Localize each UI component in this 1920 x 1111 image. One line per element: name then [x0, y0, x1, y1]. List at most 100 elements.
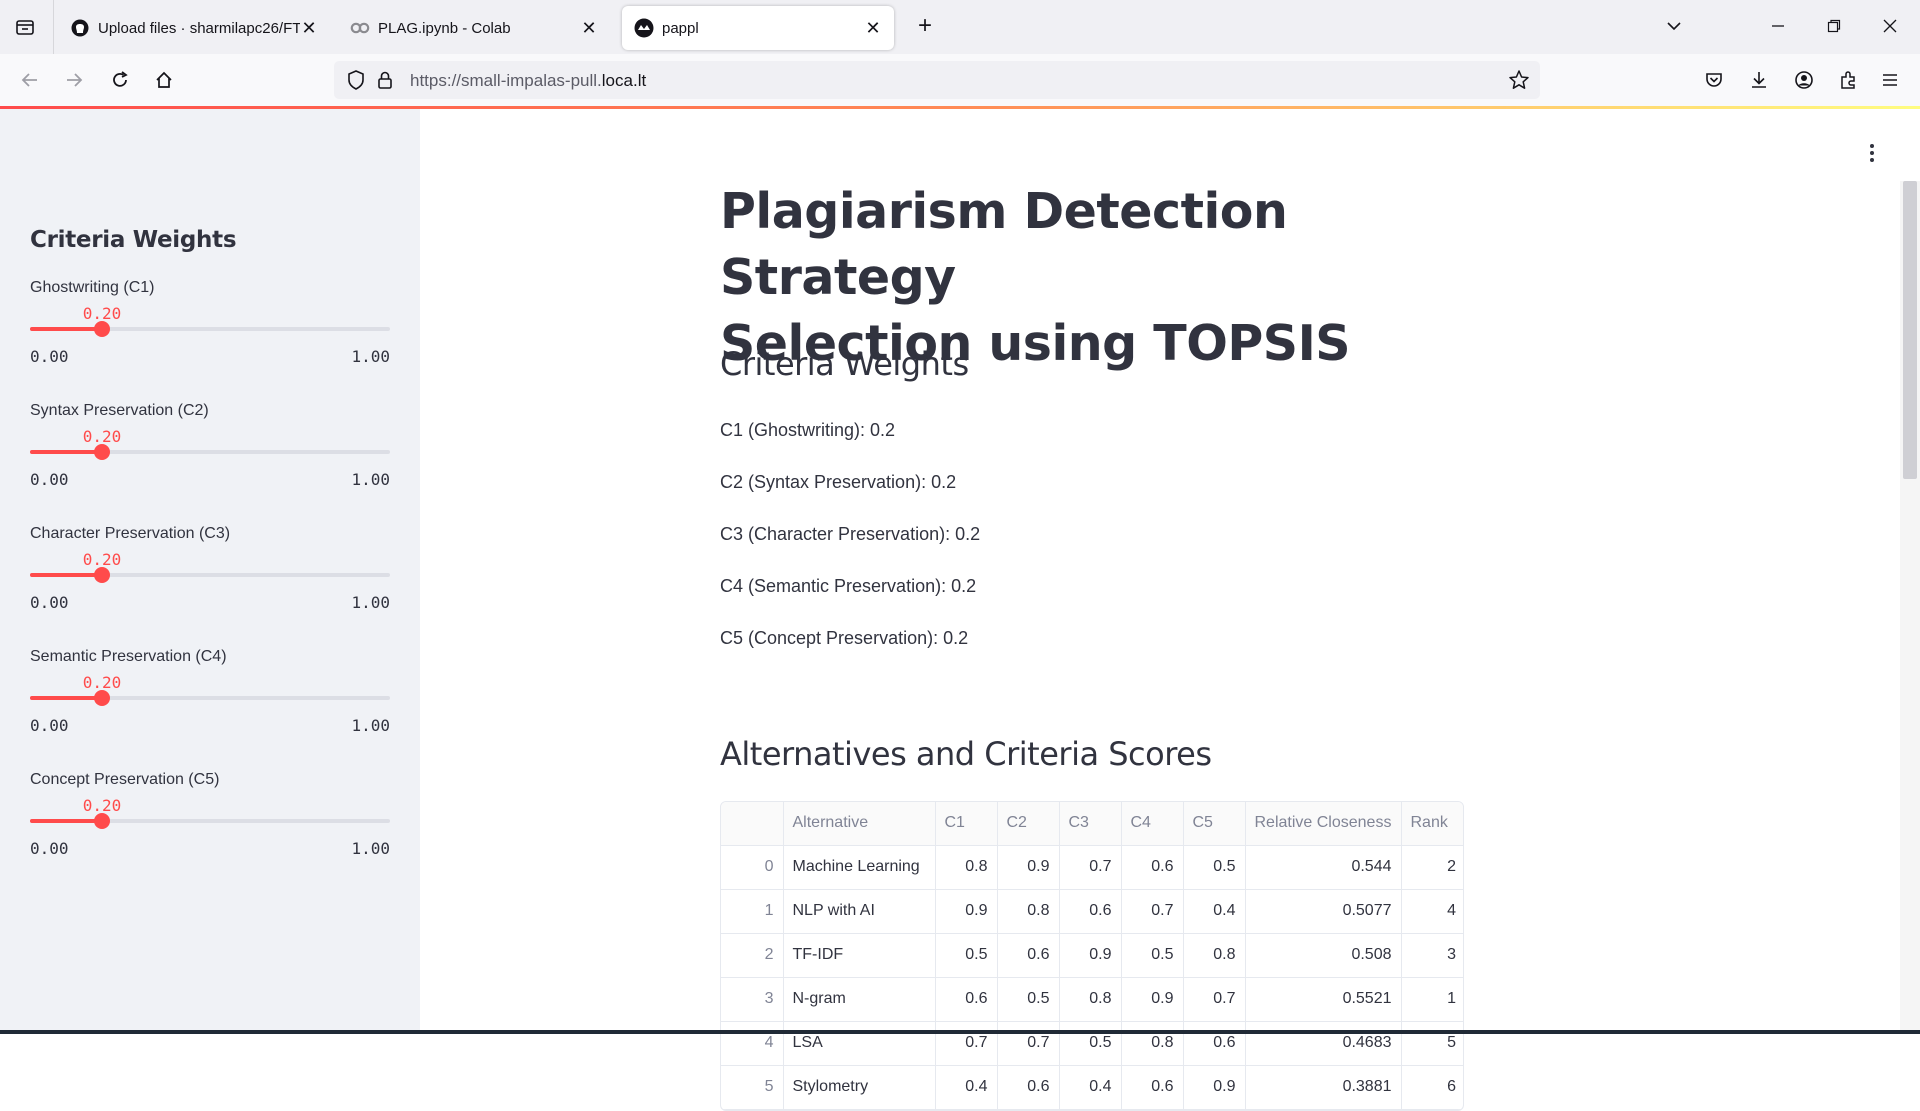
- cell-alternative: NLP with AI: [783, 889, 936, 934]
- table-row[interactable]: 1 NLP with AI 0.9 0.8 0.6 0.7 0.4 0.5077…: [721, 889, 1463, 934]
- column-header-c3[interactable]: C3: [1059, 802, 1122, 846]
- row-index: 5: [721, 1065, 784, 1110]
- cell-c5: 0.7: [1183, 977, 1246, 1022]
- cell-alternative: N-gram: [783, 977, 936, 1022]
- slider-thumb[interactable]: [94, 813, 110, 829]
- slider-c4[interactable]: Semantic Preservation (C4) 0.20 0.00 1.0…: [30, 648, 390, 748]
- column-header-c5[interactable]: C5: [1183, 802, 1246, 846]
- slider-c5[interactable]: Concept Preservation (C5) 0.20 0.00 1.00: [30, 771, 390, 871]
- column-header-relative-closeness[interactable]: Relative Closeness: [1245, 802, 1402, 846]
- slider-track[interactable]: [30, 321, 390, 337]
- scrollbar[interactable]: [1900, 181, 1920, 1034]
- url-text[interactable]: https://small-impalas-pull.loca.lt: [410, 71, 646, 91]
- url-bar[interactable]: https://small-impalas-pull.loca.lt: [334, 61, 1540, 99]
- slider-min: 0.00: [30, 347, 69, 366]
- slider-fill: [30, 450, 102, 454]
- slider-thumb[interactable]: [94, 567, 110, 583]
- close-window-icon[interactable]: [1878, 14, 1902, 38]
- minimize-icon[interactable]: [1766, 14, 1790, 38]
- slider-c3[interactable]: Character Preservation (C3) 0.20 0.00 1.…: [30, 525, 390, 625]
- browser-tab-bar: Upload files · sharmilapc26/FTL ✕ PLAG.i…: [0, 0, 1920, 54]
- cell-c2: 0.5: [997, 977, 1060, 1022]
- pocket-icon[interactable]: [1700, 66, 1728, 94]
- colab-icon: [350, 18, 370, 38]
- column-header-rank[interactable]: Rank: [1401, 802, 1463, 846]
- slider-label: Concept Preservation (C5): [30, 771, 220, 788]
- extensions-icon[interactable]: [1834, 66, 1862, 94]
- cell-c3: 0.4: [1059, 1065, 1122, 1110]
- cell-c3: 0.6: [1059, 889, 1122, 934]
- scores-table[interactable]: Alternative C1 C2 C3 C4 C5 Relative Clos…: [720, 801, 1464, 1111]
- column-header-c4[interactable]: C4: [1121, 802, 1184, 846]
- slider-track[interactable]: [30, 444, 390, 460]
- slider-max: 1.00: [351, 593, 390, 612]
- slider-c2[interactable]: Syntax Preservation (C2) 0.20 0.00 1.00: [30, 402, 390, 502]
- close-tab-icon[interactable]: ✕: [580, 19, 598, 37]
- cell-rank: 5: [1401, 1021, 1463, 1066]
- download-icon[interactable]: [1745, 66, 1773, 94]
- list-all-tabs-icon[interactable]: [12, 14, 38, 40]
- slider-track[interactable]: [30, 813, 390, 829]
- column-header-index[interactable]: [721, 802, 784, 846]
- table-row[interactable]: 0 Machine Learning 0.8 0.9 0.7 0.6 0.5 0…: [721, 845, 1463, 890]
- hamburger-menu-icon[interactable]: [1876, 66, 1904, 94]
- lock-icon[interactable]: [376, 70, 394, 95]
- close-tab-icon[interactable]: ✕: [300, 19, 318, 37]
- reload-icon[interactable]: [106, 66, 134, 94]
- cell-alternative: Stylometry: [783, 1065, 936, 1110]
- forward-icon[interactable]: [60, 66, 88, 94]
- chevron-down-icon[interactable]: [1662, 14, 1686, 38]
- close-tab-icon[interactable]: ✕: [864, 19, 882, 37]
- restore-icon[interactable]: [1822, 14, 1846, 38]
- cell-c5: 0.4: [1183, 889, 1246, 934]
- row-index: 4: [721, 1021, 784, 1066]
- table-row[interactable]: 2 TF-IDF 0.5 0.6 0.9 0.5 0.8 0.508 3: [721, 933, 1463, 978]
- slider-max: 1.00: [351, 470, 390, 489]
- column-header-c1[interactable]: C1: [935, 802, 998, 846]
- column-header-alternative[interactable]: Alternative: [783, 802, 936, 846]
- tab-title: pappl: [662, 19, 699, 37]
- slider-label: Character Preservation (C3): [30, 525, 231, 542]
- bookmark-star-icon[interactable]: [1508, 69, 1530, 96]
- slider-min: 0.00: [30, 716, 69, 735]
- cell-c5: 0.5: [1183, 845, 1246, 890]
- back-icon[interactable]: [16, 66, 44, 94]
- browser-tab-github[interactable]: Upload files · sharmilapc26/FTL ✕: [58, 6, 330, 50]
- table-row[interactable]: 3 N-gram 0.6 0.5 0.8 0.9 0.7 0.5521 1: [721, 977, 1463, 1022]
- slider-c1[interactable]: Ghostwriting (C1) 0.20 0.00 1.00: [30, 279, 390, 379]
- new-tab-icon[interactable]: +: [912, 14, 938, 40]
- weights-heading: Criteria Weights: [720, 345, 969, 383]
- cell-relative-closeness: 0.3881: [1245, 1065, 1402, 1110]
- weight-line: C2 (Syntax Preservation): 0.2: [720, 472, 957, 492]
- browser-tab-colab[interactable]: PLAG.ipynb - Colab ✕: [338, 6, 610, 50]
- cell-c3: 0.7: [1059, 845, 1122, 890]
- table-row[interactable]: 5 Stylometry 0.4 0.6 0.4 0.6 0.9 0.3881 …: [721, 1065, 1463, 1110]
- table-row[interactable]: 4 LSA 0.7 0.7 0.5 0.8 0.6 0.4683 5: [721, 1021, 1463, 1066]
- account-icon[interactable]: [1790, 66, 1818, 94]
- cell-c1: 0.9: [935, 889, 998, 934]
- cell-rank: 1: [1401, 977, 1463, 1022]
- slider-track[interactable]: [30, 690, 390, 706]
- cell-c2: 0.7: [997, 1021, 1060, 1066]
- slider-thumb[interactable]: [94, 690, 110, 706]
- cell-c2: 0.8: [997, 889, 1060, 934]
- column-header-c2[interactable]: C2: [997, 802, 1060, 846]
- cell-c1: 0.8: [935, 845, 998, 890]
- cell-c1: 0.7: [935, 1021, 998, 1066]
- browser-tab-pappl[interactable]: pappl ✕: [622, 6, 894, 50]
- scrollbar-thumb[interactable]: [1903, 181, 1917, 479]
- slider-max: 1.00: [351, 347, 390, 366]
- slider-track[interactable]: [30, 567, 390, 583]
- row-index: 0: [721, 845, 784, 890]
- slider-thumb[interactable]: [94, 444, 110, 460]
- cell-alternative: TF-IDF: [783, 933, 936, 978]
- cell-alternative: Machine Learning: [783, 845, 936, 890]
- row-index: 2: [721, 933, 784, 978]
- more-options-icon[interactable]: [1862, 141, 1882, 165]
- cell-rank: 3: [1401, 933, 1463, 978]
- slider-thumb[interactable]: [94, 321, 110, 337]
- home-icon[interactable]: [150, 66, 178, 94]
- cell-c2: 0.6: [997, 1065, 1060, 1110]
- shield-icon[interactable]: [346, 69, 366, 96]
- cell-c4: 0.6: [1121, 845, 1184, 890]
